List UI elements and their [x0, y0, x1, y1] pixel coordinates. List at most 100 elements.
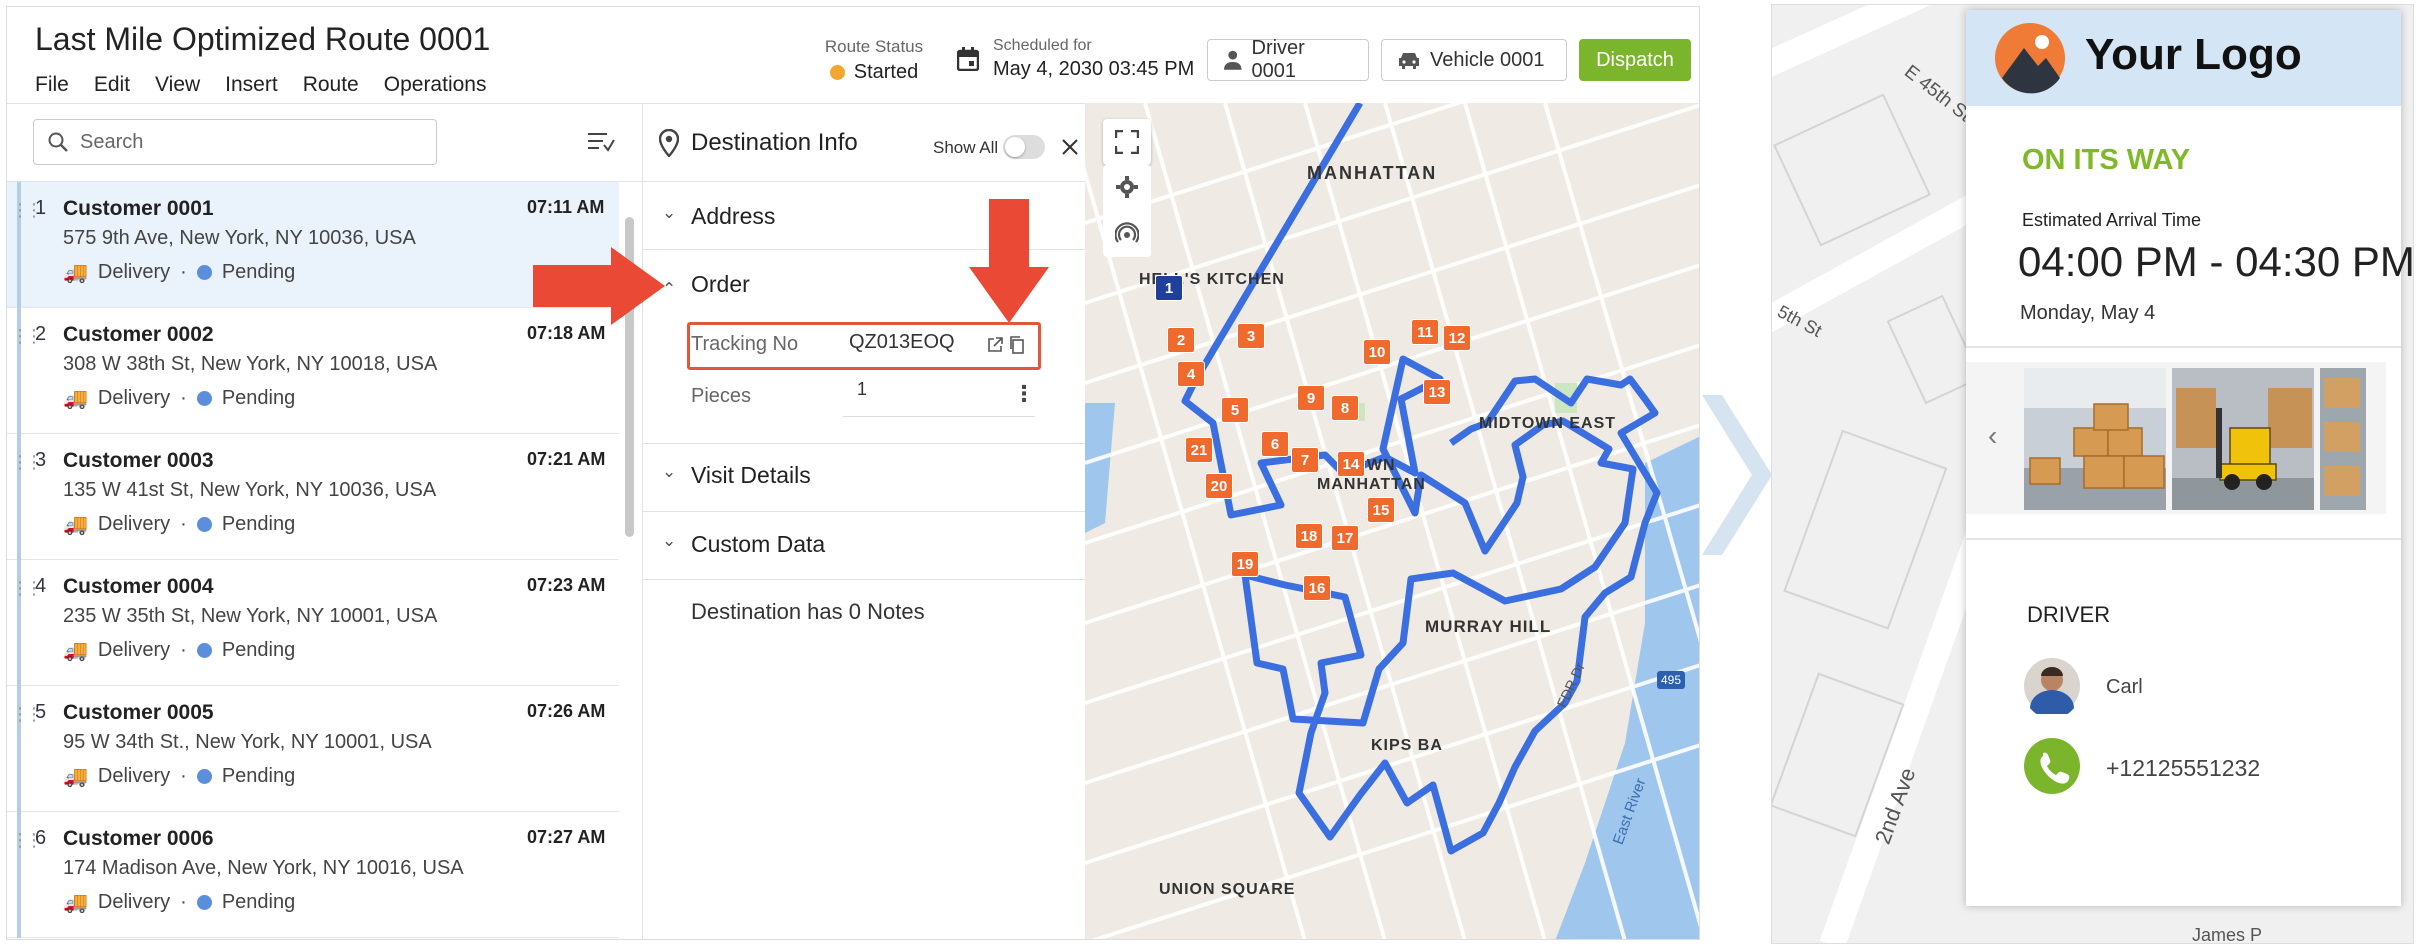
chevron-down-icon[interactable]: ⌄ [662, 203, 676, 223]
route-stop-marker[interactable]: 15 [1367, 497, 1395, 523]
vehicle-label: Vehicle 0001 [1430, 48, 1545, 71]
route-stop-marker[interactable]: 9 [1297, 385, 1325, 411]
route-stop-marker[interactable]: 4 [1177, 361, 1205, 387]
route-map[interactable]: MANHATTAN HELL'S KITCHEN MIDTOWN EAST TO… [1085, 103, 1699, 939]
route-stop-marker[interactable]: 19 [1231, 551, 1259, 577]
separator: · [180, 387, 187, 409]
route-stop-marker[interactable]: 1 [1155, 275, 1183, 301]
route-stop-marker[interactable]: 7 [1291, 447, 1319, 473]
route-stop-marker[interactable]: 6 [1261, 431, 1289, 457]
route-stop-marker[interactable]: 16 [1303, 575, 1331, 601]
route-stop-marker[interactable]: 10 [1363, 339, 1391, 365]
route-stop-marker[interactable]: 17 [1331, 525, 1359, 551]
section-order[interactable]: Order [691, 271, 750, 298]
open-link-icon[interactable] [987, 337, 1003, 353]
route-stop-marker[interactable]: 8 [1331, 395, 1359, 421]
route-stop-marker[interactable]: 14 [1337, 451, 1365, 477]
menu-operations[interactable]: Operations [384, 73, 487, 97]
status-dot [196, 517, 212, 532]
map-label: MANHATTAN [1317, 476, 1426, 493]
stop-row[interactable]: ⋮⋮ 6 Customer 0006 07:27 AM 174 Madison … [7, 812, 619, 938]
stop-row[interactable]: ⋮⋮ 2 Customer 0002 07:18 AM 308 W 38th S… [7, 308, 619, 434]
broadcast-icon[interactable] [1115, 221, 1139, 245]
stop-row[interactable]: ⋮⋮ 4 Customer 0004 07:23 AM 235 W 35th S… [7, 560, 619, 686]
eta-label: Estimated Arrival Time [2022, 210, 2202, 230]
highway-shield: 495 [1657, 671, 1686, 689]
vehicle-button[interactable]: Vehicle 0001 [1381, 39, 1567, 81]
menu-insert[interactable]: Insert [225, 73, 278, 97]
warehouse-photo-shelves[interactable] [2320, 368, 2366, 510]
chevron-down-icon[interactable]: ⌄ [662, 531, 676, 551]
route-stop-marker[interactable]: 13 [1423, 379, 1451, 405]
map-label: KIPS BA [1371, 737, 1443, 754]
section-custom-data[interactable]: Custom Data [691, 531, 825, 558]
fullscreen-button[interactable] [1103, 119, 1151, 165]
stop-number: 4 [35, 575, 47, 597]
stop-row[interactable]: ⋮⋮ 1 Customer 0001 07:11 AM 575 9th Ave,… [7, 182, 619, 308]
driver-phone[interactable]: +12125551232 [2106, 755, 2260, 782]
stop-row[interactable]: ⋮⋮ 3 Customer 0003 07:21 AM 135 W 41st S… [7, 434, 619, 560]
panel-title-divider [643, 181, 1085, 182]
route-stop-marker[interactable]: 11 [1411, 319, 1439, 345]
menu-bar: File Edit View Insert Route Operations [35, 73, 486, 97]
menu-file[interactable]: File [35, 73, 69, 97]
status-dot [196, 769, 212, 784]
route-stop-marker[interactable]: 12 [1443, 325, 1471, 351]
pieces-field[interactable] [843, 373, 1035, 417]
tracking-value[interactable]: QZ013EOQ [849, 331, 955, 354]
scheduled-value: May 4, 2030 03:45 PM [993, 58, 1195, 80]
section-divider [1966, 538, 2401, 540]
status-dot [196, 391, 212, 406]
truck-icon: 🚚 [63, 640, 88, 662]
route-stop-marker[interactable]: 18 [1295, 523, 1323, 549]
route-editor-window: Last Mile Optimized Route 0001 File Edit… [6, 6, 1700, 940]
map-label: MIDTOWN EAST [1479, 415, 1617, 432]
stop-type: Delivery [97, 261, 171, 283]
route-stop-marker[interactable]: 2 [1167, 327, 1195, 353]
search-placeholder: Search [80, 130, 144, 153]
section-divider [643, 443, 1085, 444]
menu-view[interactable]: View [155, 73, 200, 97]
warehouse-photo-forklift[interactable] [2172, 368, 2314, 510]
chevron-left-icon[interactable]: ‹ [1988, 420, 1997, 452]
show-all-toggle[interactable] [1003, 135, 1045, 159]
section-visit-details[interactable]: Visit Details [691, 462, 811, 489]
map-tools-group [1103, 165, 1151, 257]
menu-edit[interactable]: Edit [94, 73, 130, 97]
separator: · [180, 891, 187, 913]
phone-icon[interactable] [2024, 738, 2080, 794]
show-all-label: Show All [933, 138, 999, 157]
stop-type: Delivery [97, 765, 171, 787]
stop-number: 6 [35, 827, 47, 849]
search-input[interactable]: Search [33, 119, 437, 165]
route-stop-marker[interactable]: 20 [1205, 473, 1233, 499]
gear-icon[interactable] [1115, 175, 1139, 199]
driver-heading: DRIVER [2027, 602, 2111, 627]
location-pin-icon [659, 129, 679, 157]
eta-date: Monday, May 4 [2020, 302, 2156, 324]
close-icon[interactable] [1061, 138, 1079, 156]
status-dot [196, 895, 212, 910]
pieces-value[interactable]: 1 [857, 379, 867, 400]
copy-icon[interactable] [1009, 336, 1025, 354]
more-vert-icon[interactable]: ⋮ [1013, 381, 1035, 407]
dispatch-button[interactable]: Dispatch [1579, 39, 1691, 81]
route-status-value: Started [853, 61, 919, 83]
route-stop-marker[interactable]: 5 [1221, 397, 1249, 423]
driver-button[interactable]: Driver 0001 [1207, 37, 1369, 82]
menu-route[interactable]: Route [303, 73, 359, 97]
stop-row[interactable]: ⋮⋮ 5 Customer 0005 07:26 AM 95 W 34th St… [7, 686, 619, 812]
chevron-down-icon[interactable]: ⌄ [662, 462, 676, 482]
section-address[interactable]: Address [691, 203, 775, 230]
route-stop-marker[interactable]: 3 [1237, 323, 1265, 349]
notes-count: Destination has 0 Notes [691, 599, 925, 624]
stop-time: 07:18 AM [527, 323, 606, 343]
warehouse-photo-boxes[interactable] [2024, 368, 2166, 510]
delivery-status: ON ITS WAY [2022, 144, 2191, 176]
schedule-info[interactable]: Scheduled for May 4, 2030 03:45 PM [957, 37, 1194, 81]
route-stop-marker[interactable]: 21 [1185, 437, 1213, 463]
stop-address: 308 W 38th St, New York, NY 10018, USA [63, 353, 438, 375]
status-dot [196, 265, 212, 280]
section-divider [1966, 346, 2401, 348]
sort-filter-icon[interactable] [587, 131, 615, 153]
